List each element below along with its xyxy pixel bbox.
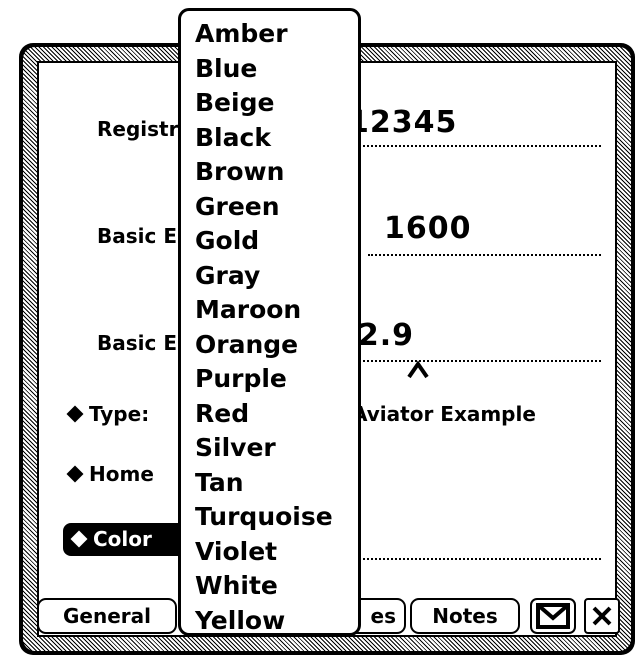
menu-item[interactable]: Silver: [195, 431, 358, 466]
menu-item[interactable]: Gray: [195, 259, 358, 294]
color-popup-menu: Amber Blue Beige Black Brown Green Gold …: [178, 8, 361, 636]
registration-value: 12345: [348, 105, 458, 140]
diamond-icon: [66, 465, 84, 483]
type-label: Type:: [89, 402, 150, 426]
menu-item[interactable]: Tan: [195, 466, 358, 501]
color-picker[interactable]: Color: [63, 523, 188, 556]
menu-item[interactable]: Gold: [195, 224, 358, 259]
menu-item[interactable]: Orange: [195, 328, 358, 363]
menu-item[interactable]: Blue: [195, 52, 358, 87]
type-picker[interactable]: Type:: [66, 402, 150, 426]
menu-item[interactable]: Brown: [195, 155, 358, 190]
menu-item[interactable]: Purple: [195, 362, 358, 397]
empty-weight-field[interactable]: [368, 254, 601, 256]
envelope-icon: [536, 603, 570, 629]
diamond-icon: [70, 530, 88, 548]
menu-item[interactable]: Turquoise: [195, 500, 358, 535]
color-label: Color: [93, 527, 152, 551]
menu-item[interactable]: Beige: [195, 86, 358, 121]
close-button[interactable]: [584, 598, 620, 634]
insert-caret-icon: [407, 360, 429, 379]
menu-item[interactable]: Black: [195, 121, 358, 156]
menu-item[interactable]: White: [195, 569, 358, 604]
home-label: Home: [89, 462, 154, 486]
menu-item[interactable]: Green: [195, 190, 358, 225]
menu-item[interactable]: Maroon: [195, 293, 358, 328]
routing-button[interactable]: [530, 598, 576, 634]
empty-weight-value: 1600: [384, 211, 472, 246]
menu-item[interactable]: Red: [195, 397, 358, 432]
menu-item[interactable]: Amber: [195, 17, 358, 52]
empty-arm-field[interactable]: [340, 360, 601, 362]
type-value: Aviator Example: [352, 402, 536, 426]
close-icon: [592, 606, 612, 626]
color-options-list: Amber Blue Beige Black Brown Green Gold …: [181, 11, 358, 634]
home-picker[interactable]: Home: [66, 462, 154, 486]
diamond-icon: [66, 405, 84, 423]
tab-notes[interactable]: Notes: [410, 598, 520, 634]
menu-item[interactable]: Violet: [195, 535, 358, 570]
menu-item[interactable]: Yellow: [195, 604, 358, 634]
tab-general[interactable]: General: [37, 598, 177, 634]
color-field[interactable]: [340, 558, 601, 560]
